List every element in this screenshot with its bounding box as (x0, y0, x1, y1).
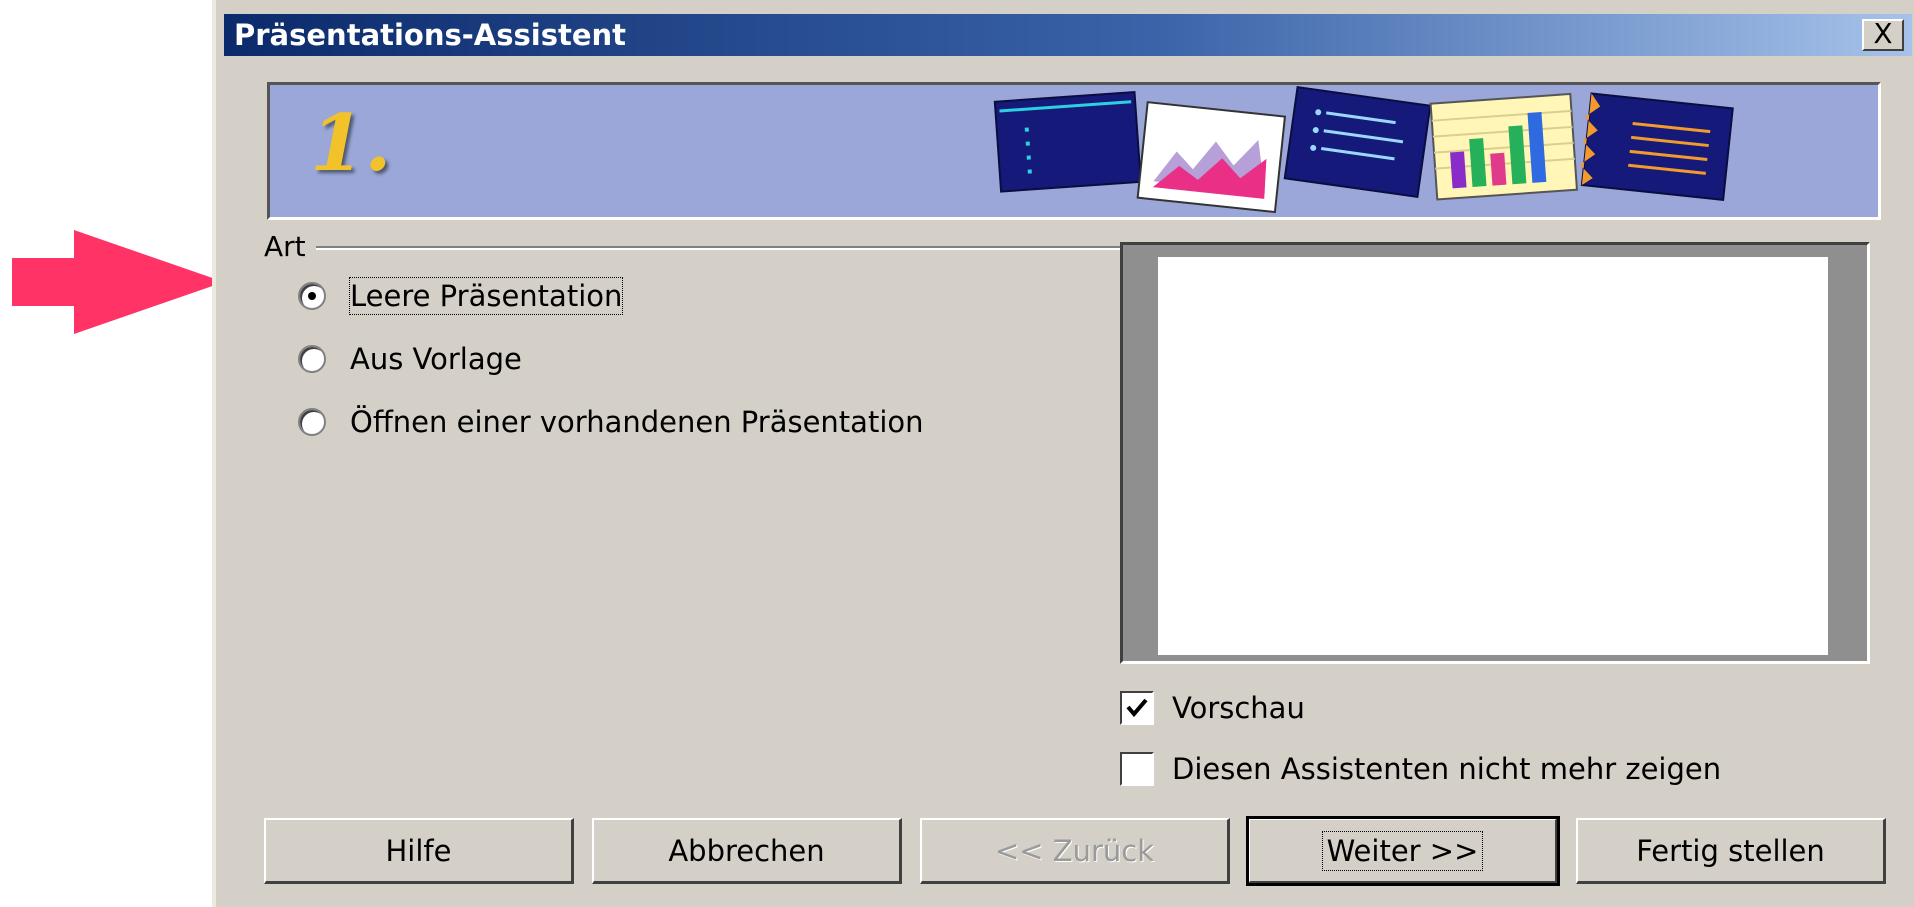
dont-show-checkbox[interactable] (1120, 752, 1154, 786)
back-button[interactable]: << Zurück (920, 818, 1230, 884)
close-button[interactable]: X (1862, 19, 1904, 51)
radio-button[interactable] (298, 345, 326, 373)
radio-button[interactable] (298, 408, 326, 436)
preview-canvas (1158, 257, 1828, 655)
radio-empty-presentation[interactable]: Leere Präsentation (298, 277, 624, 315)
radio-from-template[interactable]: Aus Vorlage (298, 341, 522, 377)
radio-label-empty-presentation: Leere Präsentation (348, 277, 624, 315)
dont-show-checkbox-label: Diesen Assistenten nicht mehr zeigen (1172, 752, 1722, 786)
next-button-label: Weiter >> (1321, 831, 1484, 871)
title-bar[interactable]: Präsentations-Assistent X (224, 14, 1912, 56)
window-title: Präsentations-Assistent (234, 18, 627, 52)
checkmark-icon (1126, 698, 1148, 718)
help-button[interactable]: Hilfe (264, 818, 574, 884)
annotation-arrow-icon (12, 230, 224, 334)
cancel-button[interactable]: Abbrechen (592, 818, 902, 884)
slides-illustration-icon (993, 86, 1734, 214)
radio-button-checked[interactable] (298, 282, 326, 310)
preview-panel (1120, 242, 1870, 664)
radio-open-existing[interactable]: Öffnen einer vorhandenen Präsentation (298, 404, 924, 440)
preview-checkbox-label: Vorschau (1172, 691, 1305, 725)
radio-label-from-template: Aus Vorlage (350, 342, 522, 376)
finish-button[interactable]: Fertig stellen (1576, 818, 1886, 884)
type-group-label: Art (264, 230, 316, 264)
presentation-wizard-dialog: Präsentations-Assistent X 1. Art Leere P… (212, 0, 1914, 907)
preview-checkbox-row[interactable]: Vorschau (1120, 690, 1305, 726)
radio-label-open-existing: Öffnen einer vorhandenen Präsentation (350, 405, 924, 439)
next-button[interactable]: Weiter >> (1246, 816, 1560, 886)
step-number: 1. (310, 98, 392, 189)
wizard-banner: 1. (267, 82, 1881, 220)
preview-checkbox[interactable] (1120, 691, 1154, 725)
dont-show-checkbox-row[interactable]: Diesen Assistenten nicht mehr zeigen (1120, 751, 1721, 787)
